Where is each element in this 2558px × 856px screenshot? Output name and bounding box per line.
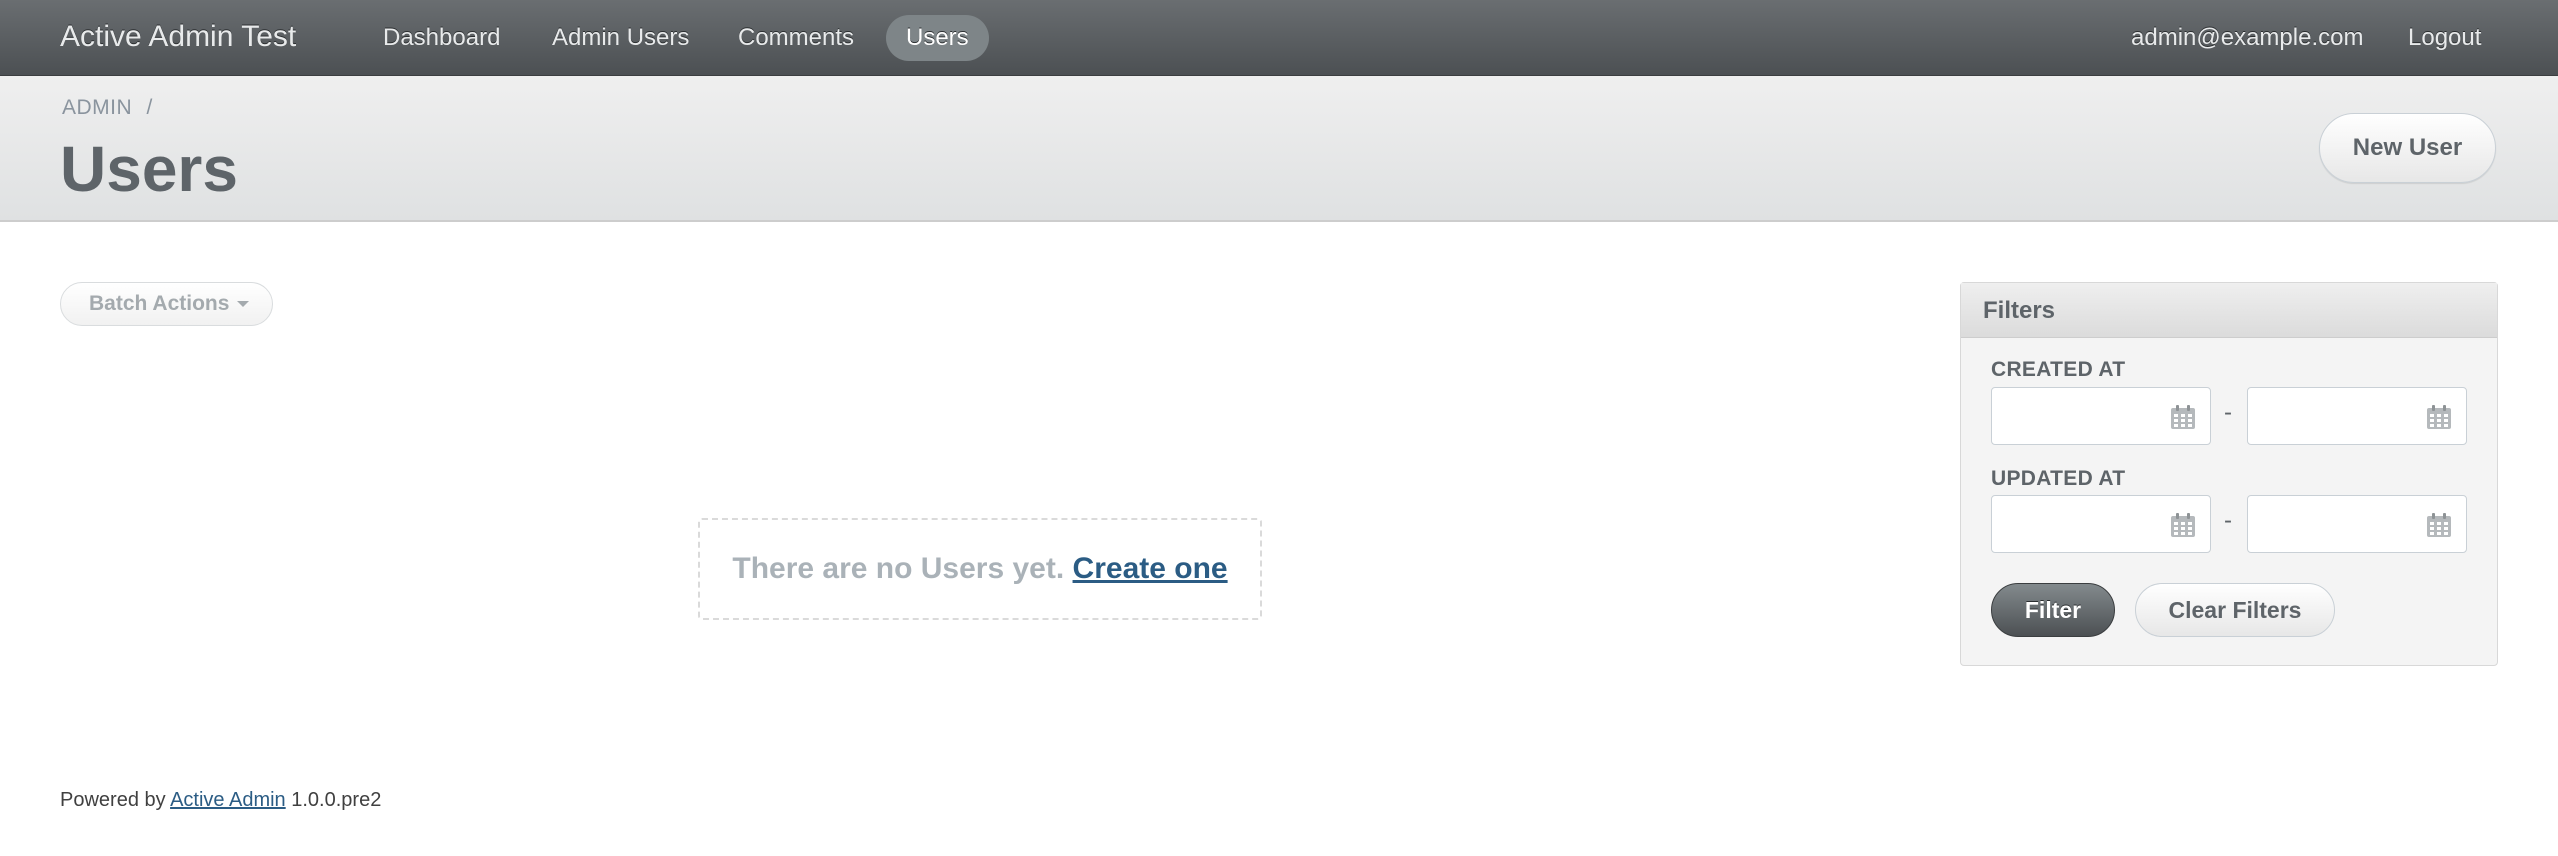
footer: Powered by Active Admin 1.0.0.pre2 xyxy=(60,789,381,812)
blank-slate-text: There are no Users yet. xyxy=(732,552,1065,585)
page-title: Users xyxy=(60,133,238,205)
create-one-link[interactable]: Create one xyxy=(1073,552,1228,585)
nav-item-dashboard[interactable]: Dashboard xyxy=(363,15,520,61)
breadcrumb-admin-link[interactable]: ADMIN xyxy=(62,96,132,119)
title-bar: ADMIN / Users New User xyxy=(0,76,2558,222)
batch-actions-button[interactable]: Batch Actions xyxy=(60,282,273,326)
footer-version: 1.0.0.pre2 xyxy=(291,789,382,811)
calendar-icon[interactable] xyxy=(2426,404,2452,430)
breadcrumb: ADMIN / xyxy=(62,96,153,120)
caret-down-icon xyxy=(237,301,250,308)
nav-item-admin-users[interactable]: Admin Users xyxy=(532,15,709,61)
nav-item-users[interactable]: Users xyxy=(886,15,989,61)
new-user-button[interactable]: New User xyxy=(2319,113,2496,183)
filter-button[interactable]: Filter xyxy=(1991,583,2115,637)
filters-panel: Filters CREATED AT - UPDATED AT - Filter… xyxy=(1960,282,2498,666)
nav-item-comments[interactable]: Comments xyxy=(718,15,874,61)
calendar-icon[interactable] xyxy=(2170,404,2196,430)
updated-at-from-input[interactable] xyxy=(1991,495,2211,553)
site-title[interactable]: Active Admin Test xyxy=(60,20,296,54)
active-admin-link[interactable]: Active Admin xyxy=(170,789,286,811)
updated-at-label: UPDATED AT xyxy=(1991,467,2126,490)
date-range-separator: - xyxy=(2224,507,2232,534)
created-at-to-input[interactable] xyxy=(2247,387,2467,445)
created-at-from-input[interactable] xyxy=(1991,387,2211,445)
filters-title: Filters xyxy=(1961,283,2497,338)
blank-slate: There are no Users yet. Create one xyxy=(698,518,1262,620)
batch-actions-label: Batch Actions xyxy=(89,292,230,315)
date-range-separator: - xyxy=(2224,399,2232,426)
breadcrumb-separator: / xyxy=(146,96,153,119)
top-header: Active Admin Test Dashboard Admin Users … xyxy=(0,0,2558,76)
clear-filters-button[interactable]: Clear Filters xyxy=(2135,583,2335,637)
calendar-icon[interactable] xyxy=(2170,512,2196,538)
logout-link[interactable]: Logout xyxy=(2408,15,2481,61)
created-at-label: CREATED AT xyxy=(1991,358,2126,381)
updated-at-to-input[interactable] xyxy=(2247,495,2467,553)
footer-prefix: Powered by xyxy=(60,789,166,811)
calendar-icon[interactable] xyxy=(2426,512,2452,538)
current-user-email[interactable]: admin@example.com xyxy=(2131,15,2363,61)
